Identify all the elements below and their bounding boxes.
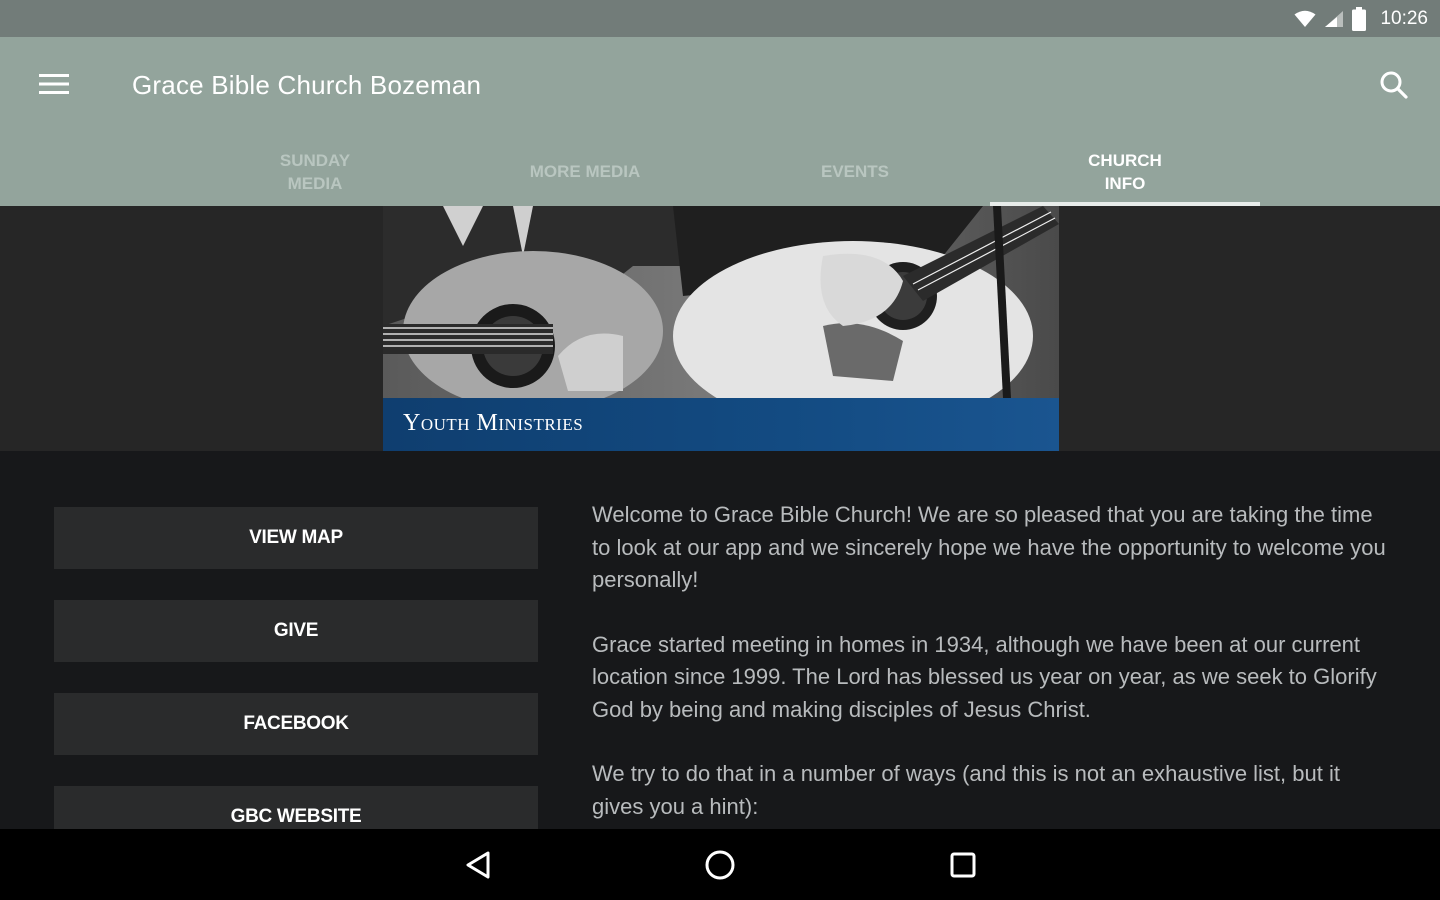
tab-more-media[interactable]: MORE MEDIA (450, 137, 720, 206)
banner-photo (383, 206, 1059, 398)
church-info-text: Welcome to Grace Bible Church! We are so… (592, 499, 1392, 829)
banner-caption: Youth Ministries (403, 410, 584, 436)
app-title: Grace Bible Church Bozeman (132, 70, 482, 100)
tab-label: MORE MEDIA (529, 162, 641, 181)
tab-bar: SUNDAY MEDIA MORE MEDIA EVENTS CHURCH IN… (180, 137, 1260, 206)
search-icon[interactable] (1374, 65, 1414, 105)
tab-label: EVENTS (820, 162, 890, 181)
cellular-signal-icon (1325, 10, 1344, 27)
tab-label: CHURCH INFO (1088, 150, 1162, 193)
tab-label: SUNDAY MEDIA (279, 150, 351, 193)
status-time: 10:26 (1380, 7, 1428, 29)
banner-area: Youth Ministries (0, 206, 1440, 451)
view-map-button[interactable]: VIEW MAP (54, 507, 538, 569)
info-paragraph: Welcome to Grace Bible Church! We are so… (592, 502, 1386, 592)
info-paragraph: Grace started meeting in homes in 1934, … (592, 631, 1377, 722)
navigation-bar (0, 829, 1440, 900)
app-bar: Grace Bible Church Bozeman SUNDAY MEDIA … (0, 37, 1440, 206)
give-button[interactable]: GIVE (54, 600, 538, 662)
church-info-content: VIEW MAP GIVE FACEBOOK GBC WEBSITE Welco… (0, 451, 1440, 829)
banner-caption-bar: Youth Ministries (383, 398, 1059, 451)
action-buttons: VIEW MAP GIVE FACEBOOK GBC WEBSITE (54, 507, 538, 829)
recents-icon[interactable] (933, 841, 993, 889)
back-icon[interactable] (448, 841, 508, 889)
home-icon[interactable] (690, 841, 750, 889)
tab-church-info[interactable]: CHURCH INFO (990, 137, 1260, 206)
battery-icon (1352, 6, 1367, 31)
status-icons: 10:26 (1294, 0, 1428, 37)
status-bar: 10:26 (0, 0, 1440, 37)
info-paragraph: We try to do that in a number of ways (a… (592, 761, 1340, 819)
youth-ministries-banner[interactable]: Youth Ministries (383, 206, 1059, 451)
wifi-icon (1294, 10, 1316, 27)
tab-events[interactable]: EVENTS (720, 137, 990, 206)
menu-icon[interactable] (24, 67, 84, 101)
tab-sunday-media[interactable]: SUNDAY MEDIA (180, 137, 450, 206)
facebook-button[interactable]: FACEBOOK (54, 693, 538, 755)
gbc-website-button[interactable]: GBC WEBSITE (54, 786, 538, 829)
